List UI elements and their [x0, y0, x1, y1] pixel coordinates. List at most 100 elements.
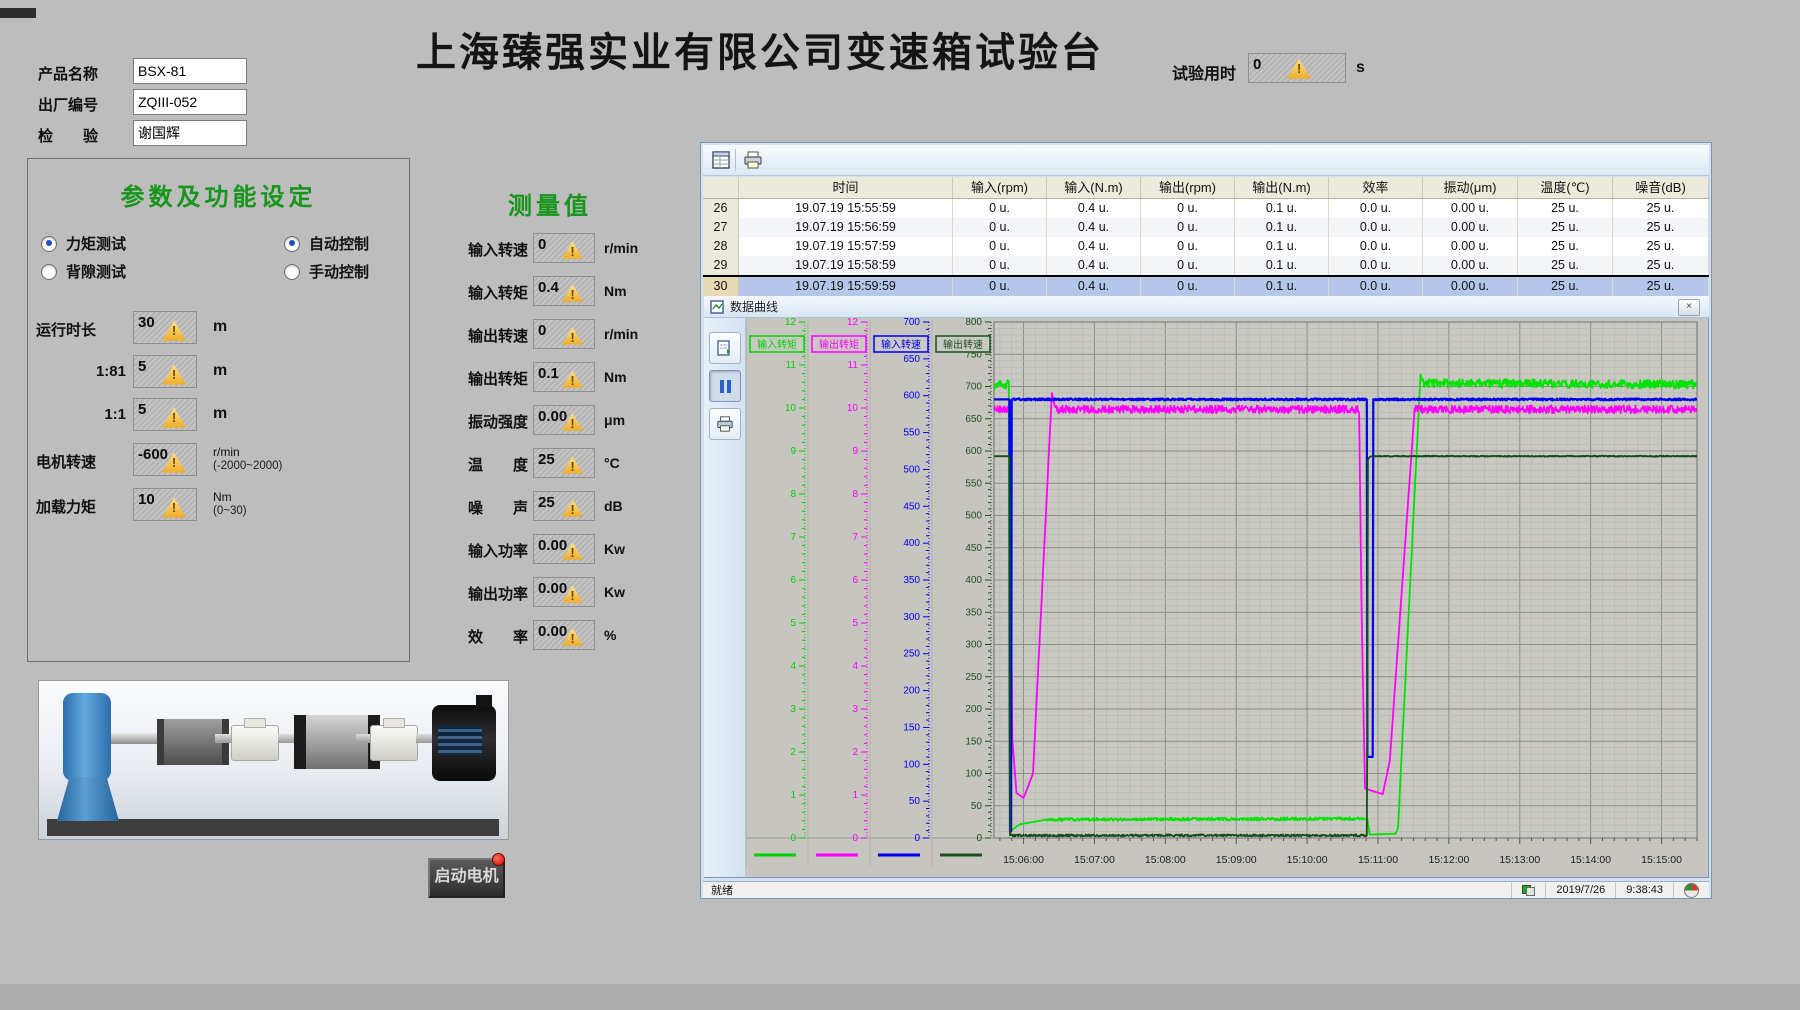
value-cell: 0.00 u.: [1423, 199, 1518, 218]
torque-sensor-2: [370, 725, 418, 761]
table-header-cell: [703, 177, 739, 198]
warning-icon: !: [562, 499, 583, 517]
radio-option-0[interactable]: 力矩测试: [41, 233, 126, 254]
svg-text:0: 0: [976, 833, 982, 844]
chart-window-icon: [710, 300, 724, 314]
param-label: 1:81: [63, 363, 126, 380]
svg-text:5: 5: [852, 618, 858, 629]
x-tick-label: 15:07:00: [1074, 854, 1115, 866]
pause-curve-button[interactable]: [709, 370, 741, 402]
print-table-button[interactable]: [741, 148, 765, 172]
param-value-box[interactable]: 10!: [133, 488, 197, 521]
export-curve-button[interactable]: [709, 332, 741, 364]
svg-text:10: 10: [785, 403, 797, 414]
value-cell: 0.1 u.: [1235, 199, 1329, 218]
field-row: 检 验: [38, 120, 338, 146]
param-label: 加载力矩: [36, 496, 126, 517]
field-input-serial-number[interactable]: [133, 89, 247, 115]
svg-text:12: 12: [847, 318, 859, 328]
measure-unit: Nm: [604, 283, 627, 299]
warning-icon: !: [562, 542, 583, 560]
time-cell: 19.07.19 15:55:59: [739, 199, 953, 218]
sensor-2-tab: [383, 718, 405, 728]
measure-value-box: 0!: [533, 233, 595, 263]
warning-icon: !: [562, 456, 583, 474]
table-header-cell: 输入(N.m): [1047, 177, 1141, 198]
value-cell: 0 u.: [1141, 277, 1235, 297]
table-header-cell: 输出(N.m): [1235, 177, 1329, 198]
x-tick-label: 15:14:00: [1570, 854, 1611, 866]
param-value-box[interactable]: -600!: [133, 443, 197, 476]
x-tick-label: 15:08:00: [1145, 854, 1186, 866]
timer-unit: s: [1356, 59, 1365, 77]
param-unit: r/min(-2000~2000): [213, 445, 282, 473]
radio-option-3[interactable]: 手动控制: [284, 261, 369, 282]
warning-icon: !: [162, 497, 186, 518]
close-icon[interactable]: ×: [1678, 299, 1700, 316]
x-tick-label: 15:10:00: [1287, 854, 1328, 866]
value-cell: 0.00 u.: [1423, 218, 1518, 237]
param-value-box[interactable]: 30!: [133, 311, 197, 344]
measure-unit: dB: [604, 498, 623, 514]
x-tick-label: 15:13:00: [1499, 854, 1540, 866]
table-row[interactable]: 2719.07.19 15:56:590 u.0.4 u.0 u.0.1 u.0…: [703, 218, 1709, 237]
radio-selected-icon[interactable]: [284, 236, 300, 252]
svg-text:700: 700: [965, 382, 982, 393]
value-cell: 0.00 u.: [1423, 256, 1518, 275]
warning-icon: !: [562, 370, 583, 388]
field-input-inspector[interactable]: [133, 120, 247, 146]
print-curve-button[interactable]: [709, 408, 741, 440]
shaft-3: [278, 734, 294, 743]
param-unit-text: Nm: [213, 490, 247, 504]
measure-value-box: 0.4!: [533, 276, 595, 306]
shaft-1: [111, 733, 159, 744]
measure-label: 噪 声: [440, 497, 528, 518]
table-row[interactable]: 3019.07.19 15:59:590 u.0.4 u.0 u.0.1 u.0…: [703, 275, 1709, 297]
field-input-product-name[interactable]: [133, 58, 247, 84]
settings-panel-title: 参数及功能设定: [28, 177, 409, 212]
radio-icon[interactable]: [41, 264, 57, 280]
timer-label: 试验用时: [1172, 60, 1236, 84]
table-toolbar: [703, 145, 1709, 176]
table-row[interactable]: 2819.07.19 15:57:590 u.0.4 u.0 u.0.1 u.0…: [703, 237, 1709, 256]
radio-icon[interactable]: [284, 264, 300, 280]
toolbar-separator: [735, 149, 736, 171]
timer-value-box: 0 !: [1248, 53, 1346, 83]
trend-chart: 0123456789101112输入转矩0123456789101112输出转矩…: [746, 318, 1702, 872]
status-date: 2019/7/26: [1545, 882, 1615, 898]
svg-text:11: 11: [848, 360, 859, 371]
table-header-cell: 噪音(dB): [1613, 177, 1709, 198]
bottom-band: [0, 984, 1800, 1010]
svg-text:200: 200: [965, 704, 982, 715]
table-row[interactable]: 2619.07.19 15:55:590 u.0.4 u.0 u.0.1 u.0…: [703, 199, 1709, 218]
svg-text:7: 7: [790, 532, 796, 543]
warning-icon: !: [562, 413, 583, 431]
value-cell: 25 u.: [1518, 277, 1613, 297]
radio-option-2[interactable]: 自动控制: [284, 233, 369, 254]
radio-option-1[interactable]: 背隙测试: [41, 261, 126, 282]
test-rig-image: [38, 680, 509, 840]
value-cell: 0.1 u.: [1235, 237, 1329, 256]
param-value-box[interactable]: 5!: [133, 355, 197, 388]
value-cell: 0 u.: [953, 199, 1047, 218]
svg-text:50: 50: [909, 796, 921, 807]
param-label: 1:1: [63, 406, 126, 423]
param-value: 5: [138, 401, 146, 418]
svg-text:550: 550: [965, 478, 982, 489]
param-value-box[interactable]: 5!: [133, 398, 197, 431]
radio-selected-icon[interactable]: [41, 236, 57, 252]
x-tick-label: 15:12:00: [1428, 854, 1469, 866]
value-cell: 25 u.: [1613, 218, 1709, 237]
param-value: 5: [138, 358, 146, 375]
table-row[interactable]: 2919.07.19 15:58:590 u.0.4 u.0 u.0.1 u.0…: [703, 256, 1709, 275]
table-header-cell: 振动(μm): [1423, 177, 1518, 198]
value-cell: 25 u.: [1613, 277, 1709, 297]
save-report-button[interactable]: [709, 148, 733, 172]
value-cell: 0.4 u.: [1047, 218, 1141, 237]
measure-value: 25: [538, 494, 555, 511]
param-range-text: (-2000~2000): [213, 459, 282, 473]
table-header-cell: 效率: [1329, 177, 1423, 198]
svg-text:150: 150: [965, 736, 982, 747]
measure-label: 输入转矩: [440, 282, 528, 303]
table-header-cell: 温度(℃): [1518, 177, 1613, 198]
